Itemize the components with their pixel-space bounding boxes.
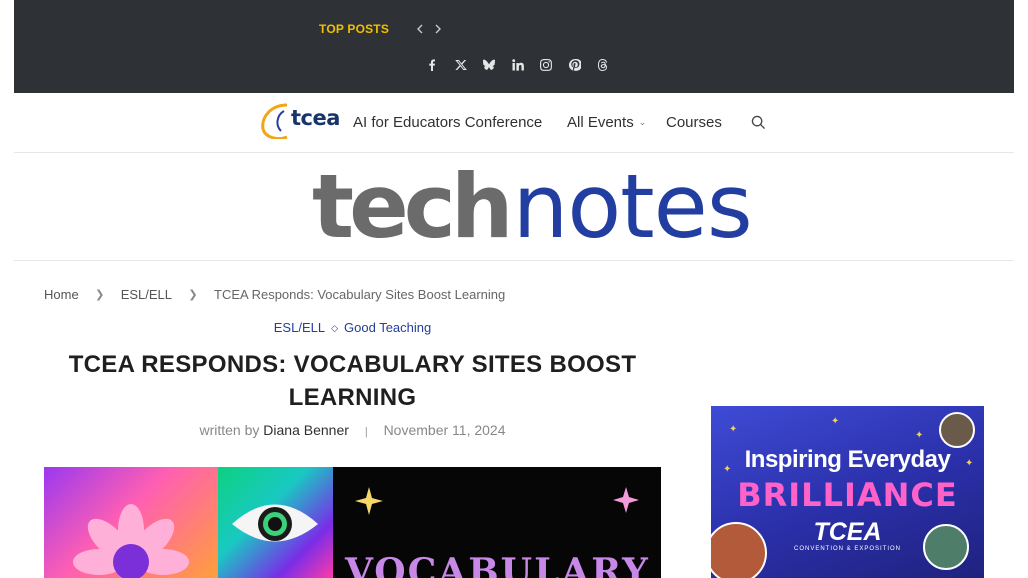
nav-item-label: Courses	[666, 114, 722, 131]
top-posts-label: TOP POSTS	[319, 22, 390, 36]
x-icon[interactable]	[447, 55, 476, 75]
facebook-icon[interactable]	[418, 55, 447, 75]
breadcrumb-current: TCEA Responds: Vocabulary Sites Boost Le…	[214, 287, 506, 302]
star-icon: ✦	[915, 430, 924, 441]
article-date: November 11, 2024	[383, 422, 506, 438]
vocabulary-artwork: VOCABULARY	[333, 467, 661, 578]
hero-word: VOCABULARY	[345, 551, 650, 578]
breadcrumb: Home ❯ ESL/ELL ❯ TCEA Responds: Vocabula…	[44, 287, 505, 302]
tcea-logo[interactable]: tcea	[257, 99, 340, 141]
ad-brand: TCEA	[813, 518, 882, 546]
tcea-convention-ad[interactable]: ✦ ✦ ✦ ✦ ✦ Inspiring Everyday BRILLIANCE …	[711, 406, 984, 578]
ad-headline-brilliance: BRILLIANCE	[737, 476, 958, 514]
tcea-logo-text: tcea	[291, 106, 340, 130]
threads-icon[interactable]	[589, 55, 618, 75]
page: TOP POSTS tcea AI for Educators Conferen…	[14, 0, 1014, 578]
chevron-right-icon: ❯	[188, 289, 198, 301]
article-header: ESL/ELL ◇ Good Teaching TCEA RESPONDS: VOC…	[44, 320, 661, 438]
article-categories: ESL/ELL ◇ Good Teaching	[44, 320, 661, 335]
pinterest-icon[interactable]	[561, 55, 590, 75]
nav-item-label: All Events	[567, 114, 634, 131]
article-meta: written by Diana Benner | November 11, 2…	[44, 422, 661, 438]
breadcrumb-category[interactable]: ESL/ELL	[121, 287, 172, 302]
logo-part-notes: notes	[512, 155, 753, 258]
chevron-left-icon[interactable]	[413, 20, 427, 38]
category-link[interactable]: ESL/ELL	[274, 320, 325, 335]
top-bar: TOP POSTS	[14, 0, 1014, 93]
star-icon: ✦	[729, 424, 738, 435]
ad-headline: Inspiring Everyday	[744, 446, 951, 473]
nav-item-label: AI for Educators Conference	[353, 114, 543, 131]
meta-divider: |	[364, 426, 368, 438]
instagram-icon[interactable]	[532, 55, 561, 75]
breadcrumb-home[interactable]: Home	[44, 287, 79, 302]
chevron-down-icon: ⌄	[638, 117, 647, 127]
main-nav: tcea AI for Educators Conference All Eve…	[14, 93, 1014, 153]
author-link[interactable]: Diana Benner	[263, 422, 349, 438]
hero-image: VOCABULARY	[44, 467, 661, 578]
star-icon: ✦	[831, 416, 840, 427]
nav-item-all-events[interactable]: All Events ⌄	[567, 114, 646, 131]
category-link[interactable]: Good Teaching	[344, 320, 431, 335]
masthead: technotes	[14, 153, 1014, 261]
diamond-separator-icon: ◇	[331, 323, 339, 333]
linkedin-icon[interactable]	[504, 55, 533, 75]
logo-part-tech: tech	[312, 155, 514, 258]
ad-photo-top	[939, 412, 975, 448]
nav-item-courses[interactable]: Courses	[666, 114, 722, 131]
article-title: TCEA RESPONDS: VOCABULARY SITES BOOST LE…	[68, 351, 637, 411]
chevron-right-icon[interactable]	[431, 20, 445, 38]
technotes-logo[interactable]: technotes	[312, 163, 753, 251]
bluesky-icon[interactable]	[475, 55, 504, 75]
flower-artwork	[44, 467, 218, 578]
eye-artwork	[218, 467, 333, 578]
chevron-right-icon: ❯	[95, 289, 105, 301]
nav-item-ai-conference[interactable]: AI for Educators Conference	[353, 114, 542, 131]
social-links	[418, 55, 618, 75]
written-by-label: written by	[199, 422, 260, 438]
search-icon[interactable]	[751, 115, 767, 131]
ad-subtitle: CONVENTION & EXPOSITION	[793, 546, 901, 552]
